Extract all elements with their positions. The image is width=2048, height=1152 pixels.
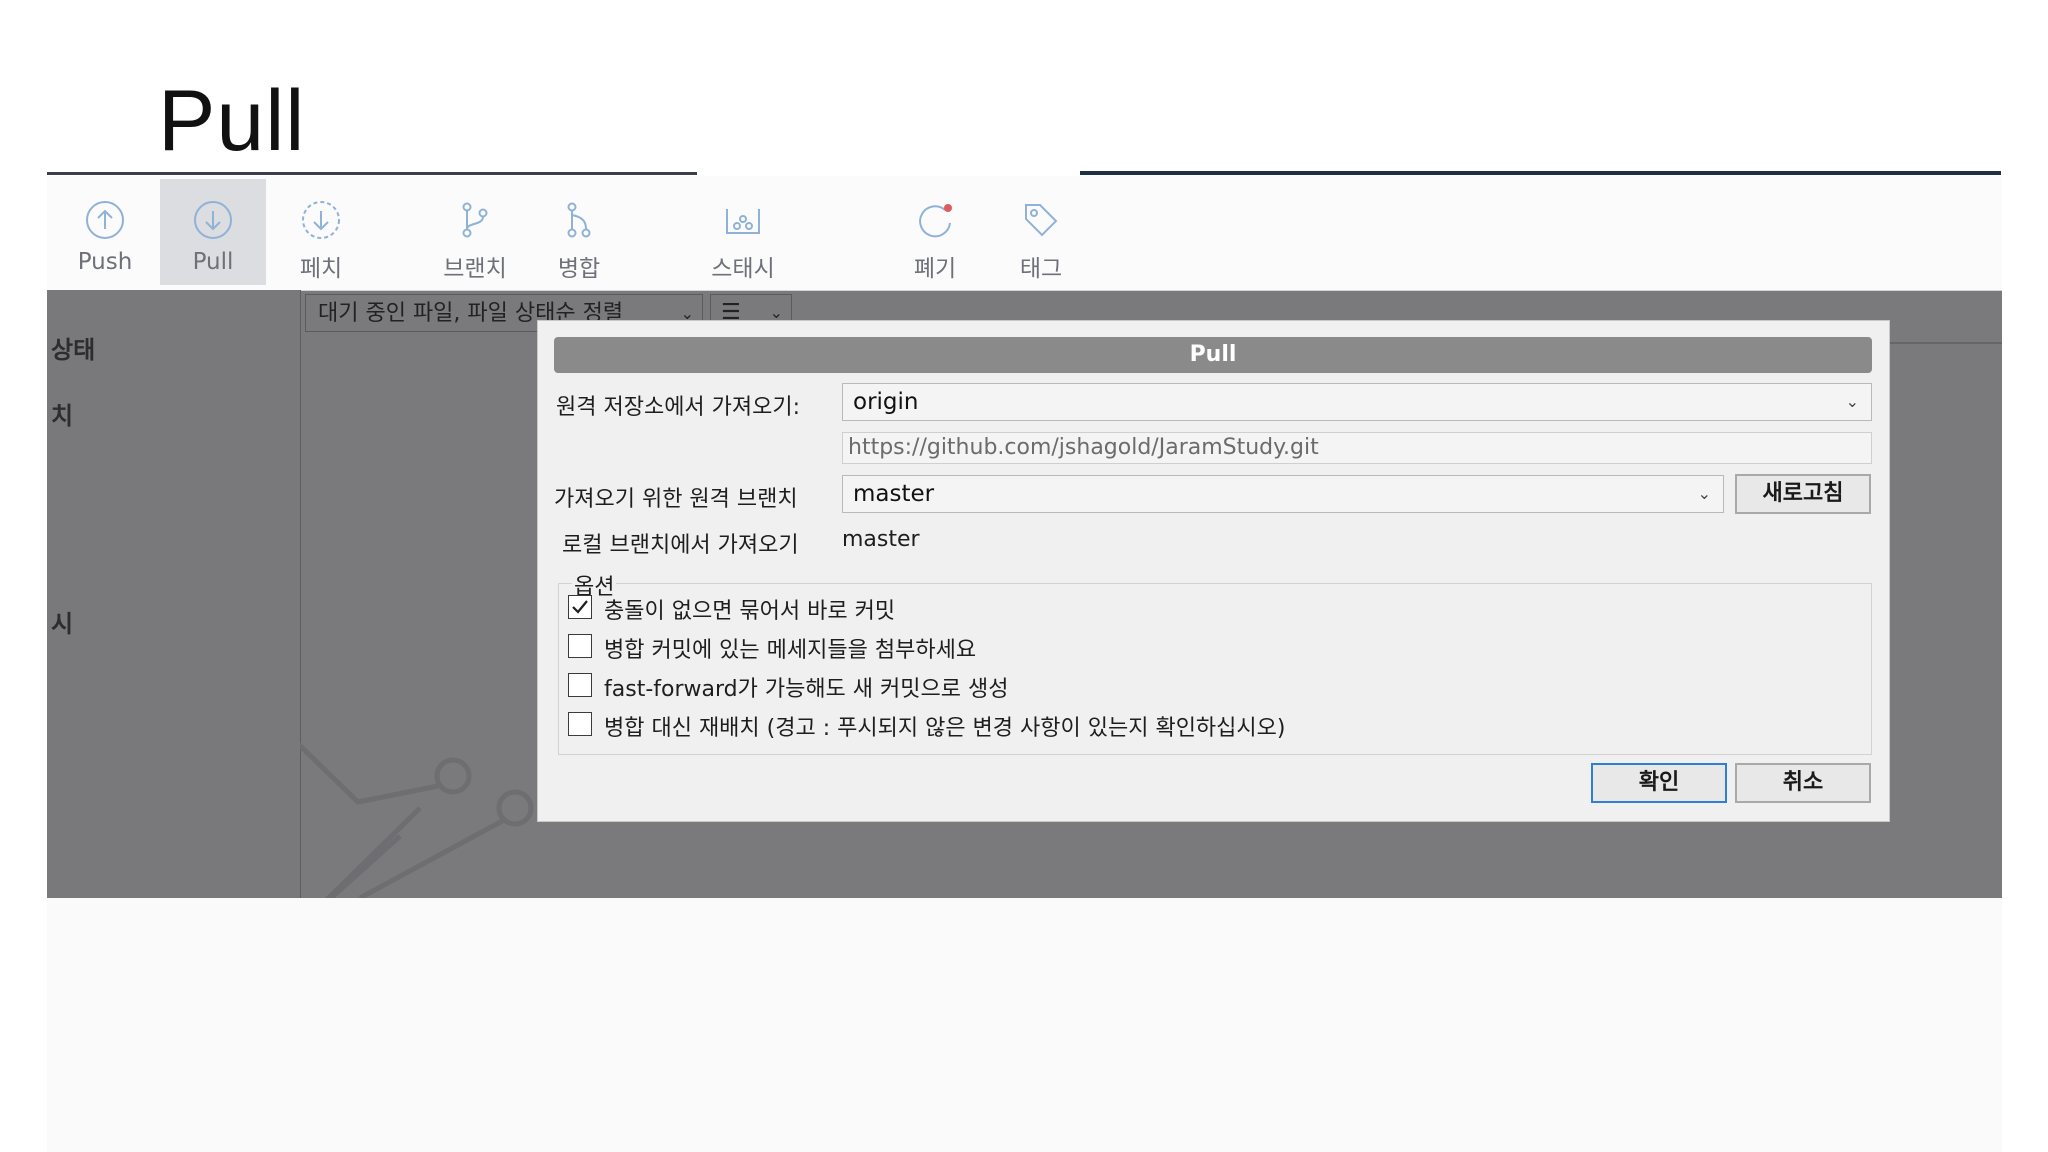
option-label: 충돌이 없으면 묶어서 바로 커밋	[604, 599, 896, 624]
fetch-icon	[302, 201, 340, 239]
toolbar: Push Pull 페치 브랜치 병합 스태시 폐기 태그	[47, 176, 2002, 291]
option-include-messages[interactable]: 병합 커밋에 있는 메세지들을 첨부하세요	[568, 632, 1128, 663]
checkbox[interactable]	[568, 634, 592, 658]
remote-branch-select[interactable]: master ⌄	[842, 475, 1724, 513]
remote-url: https://github.com/jshagold/JaramStudy.g…	[848, 435, 1319, 460]
app-screenshot: Push Pull 페치 브랜치 병합 스태시 폐기 태그 상태 치 시 대기 …	[47, 176, 2002, 898]
title-divider	[47, 172, 697, 175]
pull-icon	[194, 201, 232, 239]
local-branch-label: 로컬 브랜치에서 가져오기	[562, 533, 799, 558]
remote-label: 원격 저장소에서 가져오기:	[556, 395, 801, 420]
sidebar-item-status[interactable]: 상태	[51, 330, 95, 365]
title-divider-right	[1080, 171, 2001, 175]
remote-value: origin	[853, 389, 919, 415]
option-no-fast-forward[interactable]: fast-forward가 가능해도 새 커밋으로 생성	[568, 671, 1128, 702]
cancel-button[interactable]: 취소	[1735, 763, 1871, 803]
slide-blank-area	[47, 898, 2002, 1152]
option-label: 병합 커밋에 있는 메세지들을 첨부하세요	[604, 638, 977, 663]
branch-button[interactable]: 브랜치	[425, 179, 525, 285]
chevron-down-icon: ⌄	[1845, 392, 1859, 411]
option-rebase[interactable]: 병합 대신 재배치 (경고 : 푸시되지 않은 변경 사항이 있는지 확인하십시…	[568, 710, 1468, 741]
pull-label: Pull	[192, 249, 234, 275]
checkbox[interactable]	[568, 595, 592, 619]
tag-icon	[1025, 204, 1058, 237]
stash-label: 스태시	[711, 256, 775, 282]
refresh-button[interactable]: 새로고침	[1735, 474, 1871, 514]
sidebar-item-stash[interactable]: 시	[51, 604, 73, 639]
branch-label: 브랜치	[443, 256, 507, 282]
fetch-button[interactable]: 페치	[271, 179, 371, 285]
remote-url-field[interactable]: https://github.com/jshagold/JaramStudy.g…	[842, 432, 1872, 464]
local-branch-value: master	[842, 527, 920, 552]
fetch-label: 페치	[299, 256, 343, 282]
checkbox[interactable]	[568, 673, 592, 697]
branch-value: master	[853, 481, 935, 507]
check-icon	[572, 600, 588, 614]
push-label: Push	[77, 249, 133, 275]
discard-icon	[919, 204, 952, 238]
discard-label: 폐기	[913, 256, 957, 282]
dialog-title: Pull	[554, 337, 1872, 373]
tag-button[interactable]: 태그	[993, 179, 1089, 285]
merge-icon	[567, 202, 591, 238]
pull-dialog: Pull 원격 저장소에서 가져오기: origin ⌄ https://git…	[538, 321, 1889, 821]
ok-button[interactable]: 확인	[1591, 763, 1727, 803]
push-button[interactable]: Push	[55, 179, 155, 285]
tag-label: 태그	[1019, 256, 1063, 282]
checkbox[interactable]	[568, 712, 592, 736]
option-label: 병합 대신 재배치 (경고 : 푸시되지 않은 변경 사항이 있는지 확인하십시…	[604, 716, 1286, 741]
branch-label: 가져오기 위한 원격 브랜치	[554, 487, 798, 512]
stash-icon	[726, 209, 760, 234]
slide-title: Pull	[158, 73, 306, 169]
panel-divider	[1887, 342, 2002, 344]
option-label: fast-forward가 가능해도 새 커밋으로 생성	[604, 677, 1009, 702]
branch-icon	[462, 202, 488, 238]
discard-button[interactable]: 폐기	[887, 179, 983, 285]
stash-button[interactable]: 스태시	[683, 179, 803, 285]
pull-button[interactable]: Pull	[160, 179, 266, 285]
merge-button[interactable]: 병합	[531, 179, 627, 285]
sidebar: 상태 치 시	[47, 290, 301, 898]
chevron-down-icon: ⌄	[1697, 484, 1711, 503]
push-icon	[86, 201, 124, 239]
option-commit-merged[interactable]: 충돌이 없으면 묶어서 바로 커밋	[568, 593, 1128, 624]
merge-label: 병합	[557, 256, 601, 282]
remote-select[interactable]: origin ⌄	[842, 383, 1872, 421]
sidebar-item-branch[interactable]: 치	[51, 396, 73, 431]
